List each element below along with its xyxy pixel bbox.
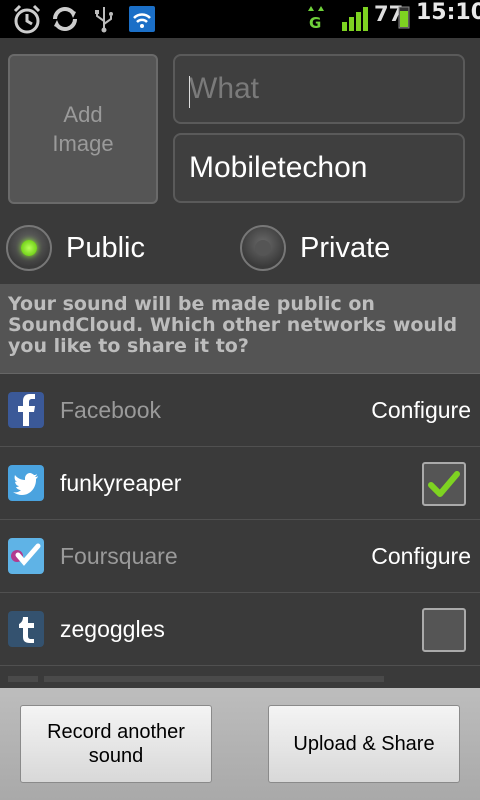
radio-selected-dot	[21, 240, 37, 256]
sync-icon	[48, 0, 82, 38]
network-name: Foursquare	[60, 542, 178, 569]
where-value: Mobiletechon	[189, 151, 368, 184]
network-row-facebook[interactable]: Facebook Configure	[0, 374, 480, 447]
network-row-tumblr[interactable]: zegoggles	[0, 593, 480, 666]
signal-icon	[340, 0, 370, 38]
alarm-icon	[10, 0, 44, 38]
twitter-icon	[8, 465, 44, 501]
share-form: Add Image What Mobiletechon Public Priva…	[0, 38, 480, 688]
network-list: Facebook Configure funkyreaper Foursquar…	[0, 374, 480, 666]
usb-icon	[90, 0, 118, 38]
foursquare-icon	[8, 538, 44, 574]
what-input[interactable]: What	[173, 54, 465, 124]
tumblr-icon	[8, 611, 44, 647]
radio-private[interactable]: Private	[240, 220, 390, 276]
radio-public-indicator[interactable]	[6, 225, 52, 271]
network-name: Facebook	[60, 396, 162, 423]
network-name: zegoggles	[60, 615, 165, 642]
clock: 15:10	[416, 0, 480, 25]
network-row-foursquare[interactable]: Foursquare Configure	[0, 520, 480, 593]
bottom-action-bar: Record another sound Upload & Share	[0, 688, 480, 800]
battery-icon	[398, 5, 410, 29]
upload-share-button[interactable]: Upload & Share	[268, 705, 460, 783]
configure-button-facebook[interactable]: Configure	[371, 397, 471, 424]
radio-public[interactable]: Public	[6, 220, 145, 276]
radio-private-indicator[interactable]	[240, 225, 286, 271]
configure-button-foursquare[interactable]: Configure	[371, 543, 471, 570]
share-info-text: Your sound will be made public on SoundC…	[0, 284, 480, 374]
add-image-button[interactable]: Add Image	[8, 54, 158, 204]
radio-unselected-dot	[255, 240, 271, 256]
add-image-label: Add Image	[52, 102, 114, 156]
status-bar: G 77 15:10	[0, 0, 480, 38]
radio-private-label: Private	[300, 231, 391, 264]
network-row-twitter[interactable]: funkyreaper	[0, 447, 480, 520]
wifi-icon	[128, 0, 156, 38]
radio-public-label: Public	[66, 231, 145, 264]
network-name: funkyreaper	[60, 469, 182, 496]
data-transfer-icon: G	[306, 0, 326, 38]
share-checkbox-twitter[interactable]	[422, 462, 466, 506]
text-cursor	[189, 76, 190, 108]
share-checkbox-tumblr[interactable]	[422, 608, 466, 652]
what-placeholder: What	[189, 72, 260, 105]
svg-text:G: G	[309, 14, 321, 32]
record-another-button[interactable]: Record another sound	[20, 705, 212, 783]
checkmark-icon	[428, 471, 460, 497]
partially-hidden-row	[8, 676, 384, 682]
where-input[interactable]: Mobiletechon	[173, 133, 465, 203]
facebook-icon	[8, 392, 44, 428]
